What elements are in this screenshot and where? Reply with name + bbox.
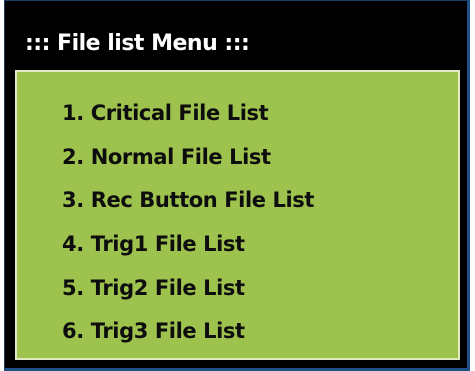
menu-item-critical-file-list[interactable]: 1. Critical File List <box>62 103 269 124</box>
menu-item-normal-file-list[interactable]: 2. Normal File List <box>62 147 271 168</box>
menu-title: ::: File list Menu ::: <box>25 31 250 56</box>
menu-item-trig1-file-list[interactable]: 4. Trig1 File List <box>62 234 245 255</box>
file-list-menu-panel: ::: File list Menu ::: 1. Critical File … <box>4 0 470 371</box>
menu-item-trig2-file-list[interactable]: 5. Trig2 File List <box>62 278 245 299</box>
menu-item-rec-button-file-list[interactable]: 3. Rec Button File List <box>62 190 314 211</box>
menu-item-trig3-file-list[interactable]: 6. Trig3 File List <box>62 321 245 342</box>
menu-list-box: 1. Critical File List 2. Normal File Lis… <box>15 70 460 360</box>
